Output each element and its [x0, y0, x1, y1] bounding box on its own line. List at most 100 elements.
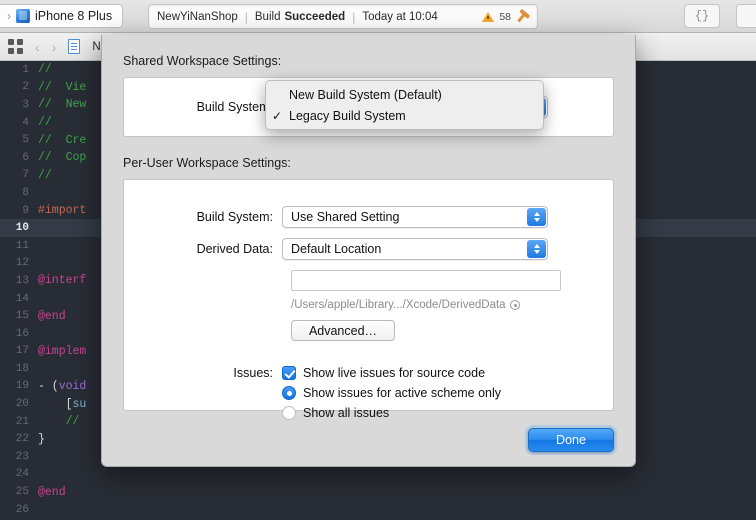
line-number: 11 — [15, 239, 29, 252]
issue-active-scheme-row[interactable]: Show issues for active scheme only — [124, 386, 613, 400]
line-number: 25 — [15, 486, 29, 499]
reveal-in-finder-icon[interactable] — [509, 300, 520, 310]
line-number: 2 — [22, 81, 29, 94]
build-time-label: Today at 10:04 — [362, 10, 438, 23]
code-text: @end — [38, 485, 66, 499]
line-number: 5 — [22, 134, 29, 147]
show-active-scheme-radio[interactable] — [282, 386, 296, 400]
warning-count-label: 58 — [499, 10, 511, 23]
device-iphone-icon — [16, 9, 30, 23]
back-chevron-icon[interactable]: ‹ — [35, 39, 40, 55]
scheme-selector[interactable]: › iPhone 8 Plus — [0, 4, 124, 28]
line-number: 26 — [15, 503, 29, 516]
toolbar-right-button[interactable] — [736, 4, 756, 28]
show-all-issues-radio[interactable] — [282, 406, 296, 420]
build-prefix-label: Build — [254, 10, 281, 23]
line-number: 22 — [15, 433, 29, 446]
code-text: @implem — [38, 344, 87, 358]
menu-item[interactable]: ✓ Legacy Build System — [266, 105, 543, 126]
line-number: 24 — [15, 468, 29, 481]
line-number: 17 — [15, 345, 29, 358]
line-number: 12 — [15, 257, 29, 270]
code-text: // Cop — [38, 151, 87, 165]
derived-data-path-text: /Users/apple/Library.../Xcode/DerivedDat… — [291, 299, 506, 311]
line-number: 15 — [15, 310, 29, 323]
code-line[interactable]: 26 — [0, 501, 756, 519]
code-text: - (void — [38, 379, 87, 393]
show-all-issues-label: Show all issues — [303, 406, 390, 420]
code-text: [su — [38, 397, 87, 411]
show-live-issues-label: Show live issues for source code — [303, 366, 486, 380]
code-braces-button[interactable]: {} — [684, 4, 720, 28]
activity-status-bar[interactable]: NewYiNanShop | Build Succeeded | Today a… — [148, 4, 538, 29]
jump-bar-file-label[interactable]: N — [92, 41, 100, 53]
show-live-issues-checkbox[interactable] — [282, 366, 296, 380]
issue-all-row[interactable]: Show all issues — [124, 406, 613, 420]
line-number: 16 — [15, 327, 29, 340]
code-text: // — [38, 415, 80, 429]
status-divider-1: | — [244, 9, 248, 24]
menu-item-list: New Build System (Default) ✓ Legacy Build … — [266, 84, 543, 126]
line-number: 10 — [15, 222, 29, 235]
build-system-row: Build System: Use Shared Setting — [124, 206, 613, 228]
hammer-icon[interactable] — [513, 7, 531, 25]
derived-data-stepper-icon[interactable] — [527, 240, 546, 258]
build-system-stepper-icon[interactable] — [527, 208, 546, 226]
derived-data-path-hint: /Users/apple/Library.../Xcode/DerivedDat… — [291, 299, 613, 311]
line-number: 4 — [22, 116, 29, 129]
done-button[interactable]: Done — [528, 428, 614, 452]
line-number: 7 — [22, 169, 29, 182]
derived-data-label: Derived Data: — [196, 242, 273, 256]
code-text: } — [38, 432, 45, 446]
line-number: 21 — [15, 415, 29, 428]
warning-triangle-icon[interactable] — [482, 11, 495, 22]
grid-view-icon[interactable] — [8, 39, 23, 54]
line-number: 19 — [15, 380, 29, 393]
per-user-section-title: Per-User Workspace Settings: — [123, 156, 291, 170]
status-divider-2: | — [352, 9, 356, 24]
code-text: // New — [38, 98, 87, 112]
document-icon[interactable] — [68, 39, 81, 54]
xcode-toolbar: › iPhone 8 Plus NewYiNanShop | Build Suc… — [0, 0, 756, 33]
line-number: 3 — [22, 98, 29, 111]
menu-item-label: New Build System (Default) — [289, 87, 442, 102]
code-text: // — [38, 168, 52, 182]
build-system-value: Use Shared Setting — [291, 210, 400, 224]
build-system-popup[interactable]: Use Shared Setting — [282, 206, 548, 228]
issue-live-row[interactable]: Issues: Show live issues for source code — [124, 366, 613, 380]
code-line[interactable]: 25 @end — [0, 483, 756, 501]
scheme-name-label: iPhone 8 Plus — [35, 9, 113, 23]
forward-chevron-icon[interactable]: › — [52, 39, 57, 55]
issues-block: Issues: Show live issues for source code… — [124, 366, 613, 420]
line-number: 13 — [15, 274, 29, 287]
line-number: 23 — [15, 450, 29, 463]
code-text: @end — [38, 309, 66, 323]
build-system-label: Build System: — [196, 210, 273, 224]
scheme-separator-icon: › — [7, 9, 11, 23]
status-indicators: 58 — [482, 10, 529, 23]
line-number: 6 — [22, 151, 29, 164]
derived-data-row: Derived Data: Default Location — [124, 238, 613, 260]
code-text: // — [38, 63, 52, 77]
menu-item[interactable]: New Build System (Default) — [266, 84, 543, 105]
code-text: @interf — [38, 274, 87, 288]
per-user-settings-group: Build System: Use Shared Setting Derived… — [123, 179, 614, 420]
code-line[interactable]: 24 — [0, 466, 756, 484]
derived-data-path-input[interactable] — [291, 270, 561, 291]
code-text: // Cre — [38, 133, 87, 147]
project-name-label: NewYiNanShop — [157, 10, 238, 23]
derived-data-popup[interactable]: Default Location — [282, 238, 548, 260]
line-number: 14 — [15, 292, 29, 305]
build-system-dropdown-menu: New Build System (Default) ✓ Legacy Build … — [265, 80, 544, 130]
screen-root: 1 // 2 // Vie 3 // New 4 // 5 // Cre 6 // Cop 7 // 8 9 #… — [0, 0, 756, 520]
menu-check-icon: ✓ — [272, 108, 283, 123]
shared-build-system-label: Build System: — [196, 100, 273, 114]
build-status-label: Succeeded — [284, 10, 346, 23]
derived-data-value: Default Location — [291, 242, 382, 256]
code-text: // Vie — [38, 80, 87, 94]
line-number: 8 — [22, 186, 29, 199]
shared-section-title: Shared Workspace Settings: — [123, 54, 282, 68]
line-number: 1 — [22, 63, 29, 76]
advanced-button[interactable]: Advanced… — [291, 320, 395, 341]
code-text: // — [38, 116, 52, 130]
